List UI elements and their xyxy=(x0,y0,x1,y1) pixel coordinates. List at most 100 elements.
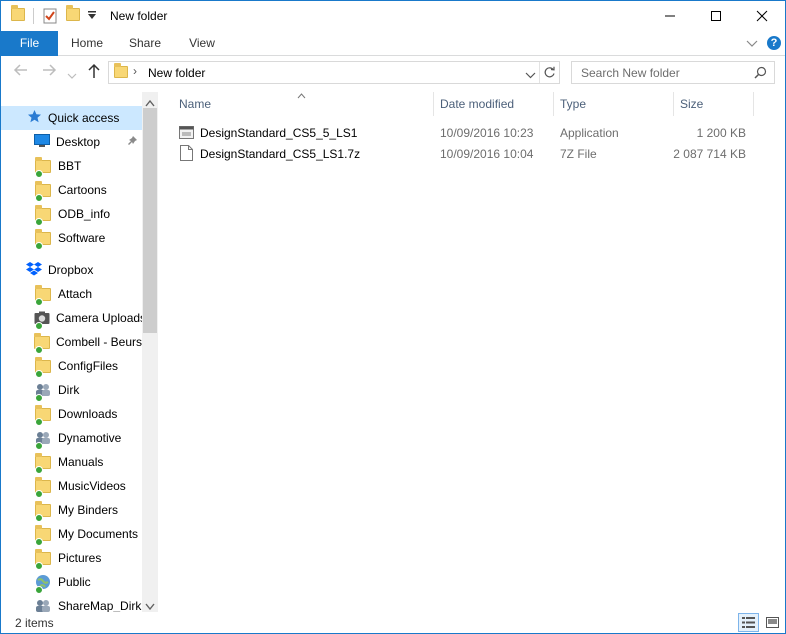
pin-icon[interactable] xyxy=(127,135,138,149)
search-input[interactable]: Search New folder xyxy=(571,61,775,84)
nav-item-my-documents[interactable]: My Documents xyxy=(1,522,142,546)
folder-icon xyxy=(34,548,52,570)
nav-item-sharemap-dirk[interactable]: ShareMap_Dirk xyxy=(1,594,142,612)
nav-item-software[interactable]: Software xyxy=(1,226,142,250)
folder-icon xyxy=(34,156,52,178)
back-arrow-icon[interactable] xyxy=(13,63,29,81)
desktop-icon xyxy=(34,133,50,151)
folder-icon xyxy=(34,500,52,522)
table-row[interactable]: DesignStandard_CS5_LS1.7z 10/09/2016 10:… xyxy=(173,143,753,164)
customize-quick-access-icon[interactable] xyxy=(87,10,97,20)
nav-item-quick-access[interactable]: Quick access xyxy=(1,106,142,130)
globe-icon xyxy=(34,573,52,594)
file-size: 1 200 KB xyxy=(696,126,746,140)
tab-home[interactable]: Home xyxy=(63,31,111,56)
camera-folder-icon xyxy=(34,309,50,330)
column-divider[interactable] xyxy=(673,92,674,116)
properties-icon[interactable] xyxy=(42,8,58,24)
file-date: 10/09/2016 10:23 xyxy=(440,126,534,140)
folder-icon xyxy=(34,332,50,354)
nav-scrollbar-thumb[interactable] xyxy=(143,108,157,333)
column-header-size[interactable]: Size xyxy=(680,97,703,119)
nav-item-attach[interactable]: Attach xyxy=(1,282,142,306)
breadcrumb-separator-icon[interactable]: › xyxy=(133,64,137,78)
nav-item-public[interactable]: Public xyxy=(1,570,142,594)
nav-item-camera-uploads[interactable]: Camera Uploads xyxy=(1,306,142,330)
address-bar[interactable]: › New folder xyxy=(108,61,560,84)
folder-icon xyxy=(34,404,52,426)
large-icons-view-icon xyxy=(765,617,779,628)
nav-item-dynamotive[interactable]: Dynamotive xyxy=(1,426,142,450)
nav-item-manuals[interactable]: Manuals xyxy=(1,450,142,474)
nav-item-musicvideos[interactable]: MusicVideos xyxy=(1,474,142,498)
star-icon xyxy=(27,109,42,127)
file-date: 10/09/2016 10:04 xyxy=(440,147,534,161)
address-dropdown-chevron-icon[interactable] xyxy=(525,68,536,82)
nav-item-combell-beurs[interactable]: Combell - Beurs xyxy=(1,330,142,354)
folder-icon xyxy=(34,284,52,306)
window-title: New folder xyxy=(110,9,168,23)
nav-item-downloads[interactable]: Downloads xyxy=(1,402,142,426)
minimize-button[interactable] xyxy=(647,1,693,31)
nav-item-cartoons[interactable]: Cartoons xyxy=(1,178,142,202)
nav-item-bbt[interactable]: BBT xyxy=(1,154,142,178)
column-divider[interactable] xyxy=(433,92,434,116)
file-name: DesignStandard_CS5_5_LS1 xyxy=(200,126,358,140)
dropbox-icon xyxy=(26,261,42,279)
address-toolbar: › New folder Search New folder xyxy=(1,57,785,89)
column-header-date[interactable]: Date modified xyxy=(440,97,514,119)
nav-item-my-binders[interactable]: My Binders xyxy=(1,498,142,522)
new-folder-icon[interactable] xyxy=(66,5,80,21)
recent-locations-chevron-icon[interactable] xyxy=(67,67,77,84)
documents-folder-icon xyxy=(34,524,52,546)
column-header-type[interactable]: Type xyxy=(560,97,586,119)
search-placeholder: Search New folder xyxy=(581,66,680,80)
column-divider[interactable] xyxy=(553,92,554,116)
file-type: Application xyxy=(560,126,619,140)
nav-item-pictures[interactable]: Pictures xyxy=(1,546,142,570)
shared-folder-icon xyxy=(34,381,52,402)
ribbon-tabs: File Home Share View ? xyxy=(1,31,785,56)
search-icon[interactable] xyxy=(754,66,767,82)
application-icon xyxy=(179,125,194,143)
shared-folder-icon xyxy=(34,597,52,612)
up-arrow-icon[interactable] xyxy=(87,63,101,83)
file-type: 7Z File xyxy=(560,147,597,161)
navigation-pane: Quick access Desktop BBT Cartoons ODB_in… xyxy=(1,92,158,612)
folder-icon xyxy=(34,204,52,226)
nav-item-odb-info[interactable]: ODB_info xyxy=(1,202,142,226)
nav-item-dirk[interactable]: Dirk xyxy=(1,378,142,402)
refresh-icon[interactable] xyxy=(543,66,556,82)
details-view-icon xyxy=(742,617,755,628)
column-divider[interactable] xyxy=(753,92,754,116)
expand-ribbon-icon[interactable] xyxy=(746,37,758,51)
tab-file[interactable]: File xyxy=(1,31,58,56)
help-icon[interactable]: ? xyxy=(767,36,781,50)
item-count: 2 items xyxy=(15,616,54,630)
details-view-button[interactable] xyxy=(738,613,759,632)
scroll-down-icon[interactable] xyxy=(145,599,155,613)
folder-icon xyxy=(114,63,128,81)
divider xyxy=(539,62,540,83)
folder-icon xyxy=(34,476,52,498)
table-row[interactable]: DesignStandard_CS5_5_LS1 10/09/2016 10:2… xyxy=(173,122,753,143)
folder-icon xyxy=(11,5,25,21)
file-name: DesignStandard_CS5_LS1.7z xyxy=(200,147,361,161)
large-icons-view-button[interactable] xyxy=(762,613,782,632)
folder-icon xyxy=(34,452,52,474)
divider xyxy=(33,8,34,24)
nav-item-desktop[interactable]: Desktop xyxy=(1,130,142,154)
tab-view[interactable]: View xyxy=(179,31,225,56)
nav-item-configfiles[interactable]: ConfigFiles xyxy=(1,354,142,378)
maximize-button[interactable] xyxy=(693,1,739,31)
tab-share[interactable]: Share xyxy=(121,31,169,56)
folder-icon xyxy=(34,356,52,378)
close-button[interactable] xyxy=(739,1,785,31)
forward-arrow-icon[interactable] xyxy=(41,63,57,81)
scroll-up-icon[interactable] xyxy=(145,96,155,110)
breadcrumb-current[interactable]: New folder xyxy=(148,66,205,80)
status-bar: 2 items xyxy=(1,612,785,633)
nav-item-dropbox[interactable]: Dropbox xyxy=(1,258,142,282)
shared-folder-icon xyxy=(34,429,52,450)
column-header-name[interactable]: Name xyxy=(179,97,211,119)
